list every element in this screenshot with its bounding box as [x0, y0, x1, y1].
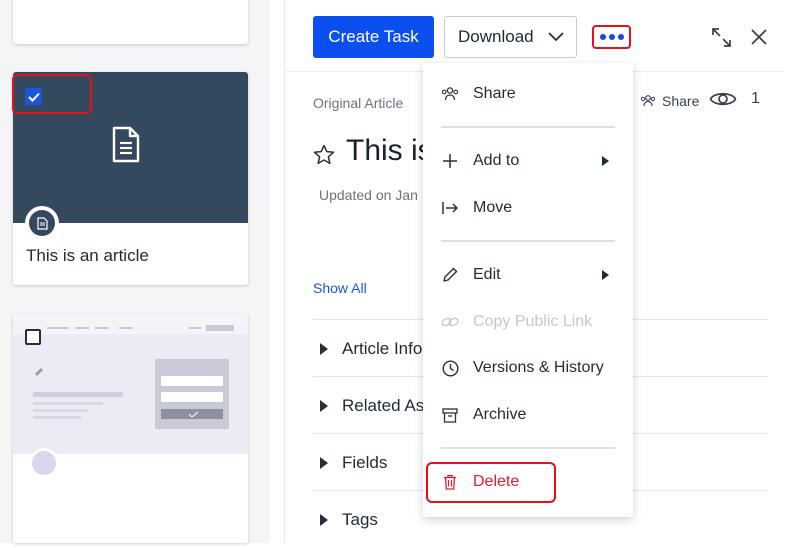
submenu-caret-icon	[602, 270, 609, 280]
more-dot	[617, 34, 624, 40]
delete-highlight	[426, 462, 556, 503]
menu-item-label: Copy Public Link	[473, 313, 593, 330]
move-icon	[442, 202, 458, 214]
menu-item-label: Add to	[473, 152, 520, 169]
more-dot	[599, 34, 606, 40]
menu-divider	[441, 126, 615, 128]
asset-card-partial[interactable]	[13, 0, 248, 44]
menu-item-archive[interactable]: Archive	[423, 397, 633, 433]
caret-right-icon	[320, 342, 328, 355]
close-icon[interactable]	[750, 28, 768, 46]
download-button[interactable]: Download	[444, 16, 577, 58]
asset-card-webpage[interactable]	[13, 314, 248, 543]
section-label: Fields	[342, 452, 388, 472]
menu-item-label: Archive	[473, 406, 527, 423]
view-counter: 1	[709, 89, 760, 109]
show-all-link[interactable]: Show All	[313, 280, 367, 296]
plus-icon	[443, 154, 457, 168]
menu-item-share[interactable]: Share	[423, 76, 633, 112]
menu-item-label: Edit	[473, 266, 501, 283]
menu-item-label: Versions & History	[473, 359, 604, 376]
updated-date: Updated on Jan	[319, 187, 418, 203]
section-label: Tags	[342, 509, 378, 529]
article-card-title[interactable]: This is an article	[26, 246, 149, 266]
more-options-menu: Share Add to Move Edit Copy Public Link …	[423, 63, 633, 517]
checkbox-highlight	[12, 74, 92, 114]
chevron-down-icon	[547, 32, 564, 42]
menu-item-move[interactable]: Move	[423, 190, 633, 226]
view-count: 1	[751, 90, 760, 107]
submenu-caret-icon	[602, 156, 609, 166]
section-label: Related As	[342, 395, 425, 415]
caret-right-icon	[320, 399, 328, 412]
asset-type-label: Original Article	[313, 95, 404, 111]
expand-icon[interactable]	[711, 27, 732, 48]
article-type-badge	[25, 206, 59, 240]
menu-item-add-to[interactable]: Add to	[423, 143, 633, 179]
create-task-button[interactable]: Create Task	[313, 16, 434, 58]
page-title: This is	[346, 134, 433, 167]
webpage-type-badge	[29, 448, 59, 478]
menu-item-label: Move	[473, 199, 513, 216]
menu-item-label: Share	[473, 85, 516, 102]
webpage-preview-graphic	[13, 314, 248, 429]
share-label: Share	[662, 93, 700, 109]
people-icon	[640, 95, 656, 107]
section-label: Article Info	[342, 338, 423, 358]
eye-icon	[709, 92, 737, 106]
link-icon	[441, 317, 459, 327]
caret-right-icon	[320, 513, 328, 526]
menu-divider	[441, 447, 615, 449]
more-dot	[608, 34, 615, 40]
download-label: Download	[458, 27, 534, 46]
share-link[interactable]: Share	[640, 93, 699, 109]
more-options-button[interactable]	[592, 25, 631, 49]
document-icon	[112, 126, 140, 163]
webpage-thumbnail	[13, 314, 248, 454]
menu-item-copy-public-link[interactable]: Copy Public Link	[423, 304, 633, 340]
menu-divider	[441, 240, 615, 242]
menu-item-versions-history[interactable]: Versions & History	[423, 350, 633, 386]
pencil-icon	[443, 267, 458, 282]
archive-icon	[442, 407, 458, 423]
menu-item-edit[interactable]: Edit	[423, 257, 633, 293]
people-icon	[441, 87, 459, 101]
webpage-select-checkbox[interactable]	[25, 329, 41, 345]
clock-icon	[441, 359, 459, 377]
caret-right-icon	[320, 456, 328, 469]
document-small-icon	[36, 216, 48, 230]
star-icon[interactable]	[313, 144, 335, 166]
asset-list-panel: This is an article	[0, 0, 270, 543]
